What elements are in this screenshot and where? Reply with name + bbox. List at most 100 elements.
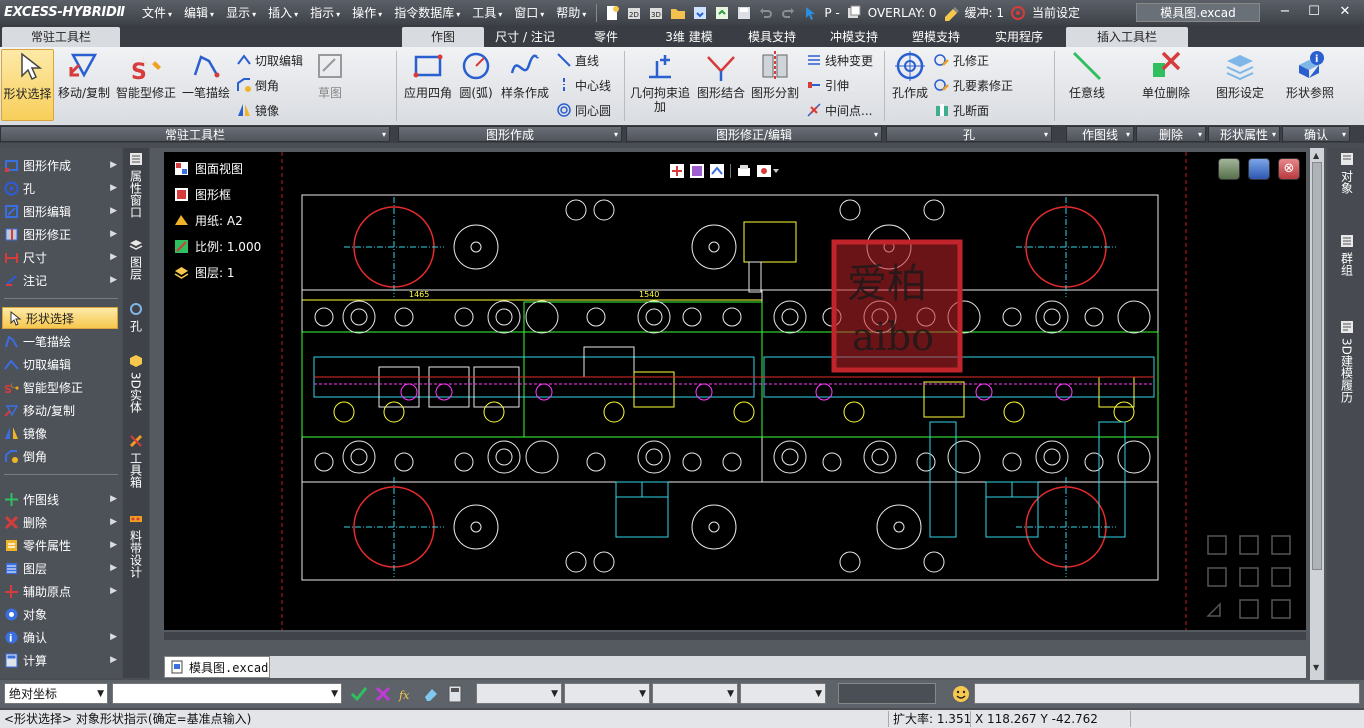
open-template-icon[interactable]: 2D [626,5,642,21]
view-minimize-icon[interactable] [1218,158,1240,180]
tab-dimension[interactable]: 尺寸 / 注记 [486,27,564,47]
group-confirm[interactable]: 确认 ▾ [1282,126,1350,142]
constraint-add-button[interactable]: 几何拘束追 加 [628,49,692,121]
scroll-thumb[interactable] [1312,162,1322,570]
lp-hole[interactable]: 孔 ▶ [0,177,122,199]
undo-icon[interactable] [758,5,774,21]
side-tab-3d-solid[interactable]: 3D实体 [126,354,146,418]
tab-resident-toolbar[interactable]: 常驻工具栏 [2,27,120,47]
param-combo-3[interactable]: ▼ [652,683,738,704]
cad-drawing[interactable]: 1465 1540 爱柏 aibo [164,152,1306,630]
lp-delete[interactable]: 删除 ▶ [0,511,122,533]
lp-construction-line[interactable]: 作图线 ▶ [0,488,122,510]
side-tab-properties[interactable]: 属性窗口 [126,152,146,226]
center-line-button[interactable]: 中心线 [556,76,611,94]
menu-tools[interactable]: 工具 ▾ [466,4,508,21]
lp-chamfer[interactable]: 倒角 [0,445,122,467]
info-layer[interactable]: 图层: 1 [174,264,235,281]
menu-command-db[interactable]: 指令数据库 ▾ [388,4,466,21]
menu-view[interactable]: 显示 ▾ [220,4,262,21]
param-combo-1[interactable]: ▼ [476,683,562,704]
group-shape-modify[interactable]: 图形修正/编辑 ▾ [626,126,882,142]
lp-draw-shape[interactable]: 图形作成 ▶ [0,154,122,176]
command-input[interactable]: ▼ [112,683,342,704]
shape-ref-button[interactable]: i 形状参照 [1280,49,1340,121]
pick-icon[interactable] [802,5,818,21]
lp-mirror[interactable]: 镜像 [0,422,122,444]
single-stroke-button[interactable]: 一笔描绘 [180,49,232,121]
right-tab-object[interactable]: 对象 [1337,152,1357,200]
info-drawing-view[interactable]: 图面视图 [174,160,243,177]
info-shape-frame[interactable]: 图形框 [174,186,231,203]
menu-window[interactable]: 窗口 ▾ [508,4,550,21]
rectangle-button[interactable]: 应用四角 [400,49,456,121]
menu-operation[interactable]: 操作 ▾ [346,4,388,21]
current-settings[interactable]: 当前设定 [1029,4,1083,21]
view-cube-grid[interactable] [1204,532,1304,622]
tab-plastic-mold-support[interactable]: 塑模支持 [896,27,976,47]
print-icon[interactable] [737,164,751,178]
view-maximize-icon[interactable] [1248,158,1270,180]
shape-split-button[interactable]: 图形分割 [748,49,802,121]
tab-die-support[interactable]: 冲模支持 [814,27,894,47]
menu-indicate[interactable]: 指示 ▾ [304,4,346,21]
p-indicator[interactable]: P - [821,6,842,20]
chamfer-button[interactable]: 倒角 [236,76,279,94]
drawing-canvas[interactable]: 1465 1540 爱柏 aibo 图面视图 图形框 用纸: A2 比例: 1.… [164,152,1306,630]
lp-aux-origin[interactable]: 辅助原点 ▶ [0,580,122,602]
side-tab-strip-design[interactable]: 料带设计 [126,512,146,586]
display-mode-icon[interactable] [757,164,779,178]
minimize-icon[interactable]: − [1274,4,1296,20]
side-tab-hole[interactable]: 孔 [126,302,146,342]
hole-element-modify-button[interactable]: 孔要素修正 [934,76,1013,94]
arbitrary-line-button[interactable]: 任意线 [1060,49,1114,121]
lp-calculator[interactable]: 计算 ▶ [0,649,122,671]
move-copy-button[interactable]: 移动/复制 [56,49,112,121]
tab-draw[interactable]: 作图 [402,27,484,47]
menu-file[interactable]: 文件 ▾ [136,4,178,21]
export-icon[interactable] [714,5,730,21]
info-scale[interactable]: 比例: 1.000 [174,238,261,255]
view-fit-icon[interactable] [670,164,684,178]
lp-cut-edit[interactable]: 切取编辑 [0,353,122,375]
spline-button[interactable]: 样条作成 [498,49,552,121]
lp-shape-edit[interactable]: 图形编辑 ▶ [0,200,122,222]
lp-annotation[interactable]: 注记 ▶ [0,269,122,291]
mirror-button[interactable]: 镜像 [236,101,279,119]
shape-select-button[interactable]: 形状选择 [1,49,54,121]
menu-edit[interactable]: 编辑 ▾ [178,4,220,21]
lp-shape-modify[interactable]: 图形修正 ▶ [0,223,122,245]
tab-insert-toolbar[interactable]: 插入工具栏 [1066,27,1188,47]
cancel-x-icon[interactable] [374,685,392,703]
shape-join-button[interactable]: 图形结合 [694,49,748,121]
accept-check-icon[interactable] [350,685,368,703]
group-shape-create[interactable]: 图形作成 ▾ [398,126,622,142]
unit-delete-button[interactable]: 单位删除 [1136,49,1196,121]
group-construction-line[interactable]: 作图线 ▾ [1066,126,1134,142]
group-shape-attribute[interactable]: 形状属性 ▾ [1208,126,1280,142]
redo-icon[interactable] [780,5,796,21]
view-zoom-icon[interactable] [690,164,704,178]
document-tab[interactable]: 模具图.excad [164,656,270,678]
document-title-tab[interactable]: 模具图.excad [1136,3,1260,22]
group-hole[interactable]: 孔 ▾ [886,126,1052,142]
concentric-button[interactable]: 同心圆 [556,101,611,119]
info-paper[interactable]: 用纸: A2 [174,212,243,229]
lp-part-attribute[interactable]: 零件属性 ▶ [0,534,122,556]
open-3d-icon[interactable]: 3D [648,5,664,21]
color-swatch[interactable] [838,683,936,704]
tab-3d-modeling[interactable]: 3维 建模 [648,27,730,47]
view-close-icon[interactable]: ⊗ [1278,158,1300,180]
import-icon[interactable] [692,5,708,21]
function-icon[interactable]: fx [398,685,416,703]
buffer-indicator[interactable]: 缓冲: 1 [962,4,1008,21]
midpoint-button[interactable]: 中间点... [806,101,872,119]
scroll-down-icon[interactable]: ▼ [1313,664,1321,672]
lp-confirm[interactable]: i 确认 ▶ [0,626,122,648]
view-pan-icon[interactable] [710,164,724,178]
circle-arc-button[interactable]: 圆(弧) [456,49,496,121]
right-tab-group[interactable]: 群组 [1337,234,1357,282]
line-type-change-button[interactable]: 线种变更 [806,51,873,69]
shape-setting-button[interactable]: 图形设定 [1210,49,1270,121]
hole-create-button[interactable]: 孔作成 [888,49,932,121]
